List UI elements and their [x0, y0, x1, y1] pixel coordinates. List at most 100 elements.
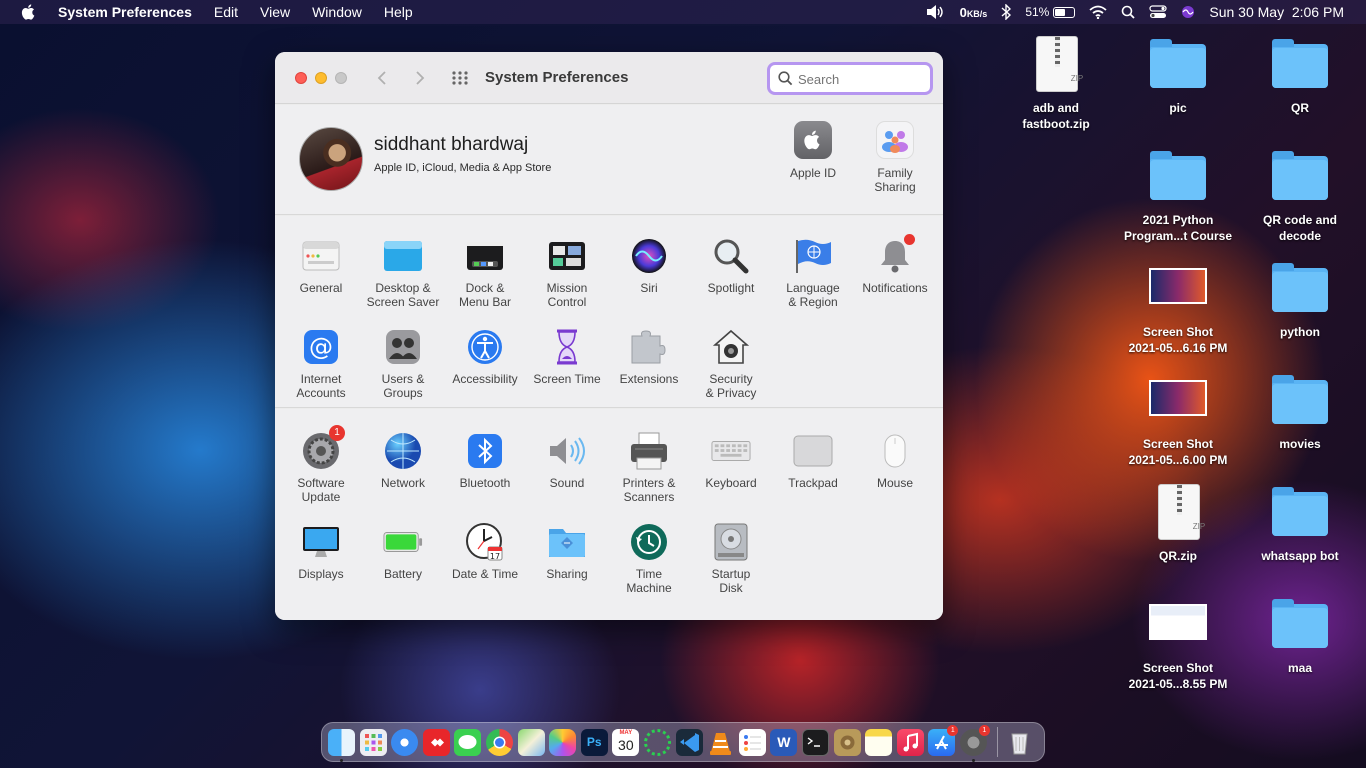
pane-date-time[interactable]: 17 Date & Time	[444, 522, 526, 581]
control-center-icon[interactable]	[1149, 5, 1167, 19]
trash-icon[interactable]	[1006, 729, 1033, 756]
anydesk-icon[interactable]	[422, 728, 450, 756]
desktop-item-label: adb and	[1032, 101, 1079, 115]
search-input[interactable]	[798, 69, 924, 89]
battery-status[interactable]: 51%	[1025, 5, 1076, 19]
pane-accessibility[interactable]: Accessibility	[444, 327, 526, 386]
network-speed[interactable]: 0KB/s	[960, 5, 988, 20]
pane-label-line2: & Privacy	[705, 386, 757, 400]
pane-internet-accounts[interactable]: @ Internet Accounts	[280, 327, 362, 400]
desktop-item-label: 2021-05...8.55 PM	[1128, 677, 1228, 691]
menu-view[interactable]: View	[260, 4, 290, 20]
pane-desktop-screen-saver[interactable]: Desktop & Screen Saver	[362, 236, 444, 309]
notes-icon[interactable]	[865, 728, 893, 756]
pane-users-groups[interactable]: Users & Groups	[362, 327, 444, 400]
pane-battery[interactable]: Battery	[362, 522, 444, 581]
system-preferences-icon[interactable]: 1	[959, 724, 990, 762]
desktop-item-qr-zip[interactable]: ZIP QR.zip	[1123, 484, 1233, 564]
pane-apple-id[interactable]: Apple ID	[768, 121, 858, 180]
pane-mouse[interactable]: Mouse	[854, 431, 936, 490]
pane-notifications[interactable]: Notifications	[854, 234, 936, 295]
pane-extensions[interactable]: Extensions	[608, 327, 690, 386]
music-icon[interactable]	[896, 728, 924, 756]
pane-label-line1: Battery	[383, 567, 422, 581]
circle-app-icon[interactable]	[643, 728, 671, 756]
siri-menu-icon[interactable]	[1181, 5, 1195, 19]
volume-icon[interactable]	[926, 5, 946, 19]
pane-spotlight[interactable]: Spotlight	[690, 236, 772, 295]
desktop-item-python-course[interactable]: 2021 Python Program...t Course	[1123, 148, 1233, 244]
desktop-item-movies[interactable]: movies	[1245, 372, 1355, 452]
notification-badge-dot	[904, 234, 915, 245]
pane-language-region[interactable]: Language & Region	[772, 236, 854, 309]
account-subtitle: Apple ID, iCloud, Media & App Store	[374, 162, 552, 174]
archive-icon[interactable]	[833, 728, 861, 756]
photos-icon[interactable]	[549, 728, 577, 756]
pane-software-update[interactable]: 1 Software Update	[280, 425, 362, 504]
pane-displays[interactable]: Displays	[280, 522, 362, 581]
appstore-icon[interactable]: 1	[928, 724, 959, 756]
zoom-button[interactable]	[335, 72, 347, 84]
desktop-item-adb-zip[interactable]: ZIP adb and fastboot.zip	[1001, 36, 1111, 132]
desktop-item-label: QR.zip	[1159, 549, 1197, 563]
menu-edit[interactable]: Edit	[214, 4, 238, 20]
desktop-item-python[interactable]: python	[1245, 260, 1355, 340]
desktop-item-whatsapp-bot[interactable]: whatsapp bot	[1245, 484, 1355, 564]
pane-sound[interactable]: Sound	[526, 431, 608, 490]
close-button[interactable]	[295, 72, 307, 84]
menu-window[interactable]: Window	[312, 4, 362, 20]
pane-startup-disk[interactable]: Startup Disk	[690, 522, 772, 595]
pane-siri[interactable]: Siri	[608, 236, 690, 295]
chrome-icon[interactable]	[485, 728, 513, 756]
launchpad-icon[interactable]	[359, 728, 387, 756]
desktop-item-label: QR	[1291, 101, 1309, 115]
avatar[interactable]	[299, 127, 363, 191]
messages-icon[interactable]	[454, 728, 482, 756]
safari-icon[interactable]	[391, 728, 419, 756]
pane-screen-time[interactable]: Screen Time	[526, 327, 608, 386]
desktop-item-qr-code[interactable]: QR code and decode	[1245, 148, 1355, 244]
word-icon[interactable]: W	[770, 728, 798, 756]
photoshop-icon[interactable]: Ps	[580, 728, 608, 756]
date-time-calendar-day: 17	[490, 552, 500, 561]
pane-trackpad[interactable]: Trackpad	[772, 431, 854, 490]
calendar-icon[interactable]: MAY 30	[612, 728, 640, 756]
desktop-item-screenshot-3[interactable]: Screen Shot 2021-05...8.55 PM	[1123, 596, 1233, 692]
window-titlebar: System Preferences	[275, 52, 943, 104]
pane-time-machine[interactable]: Time Machine	[608, 522, 690, 595]
back-button[interactable]	[373, 68, 393, 88]
pane-mission-control[interactable]: Mission Control	[526, 236, 608, 309]
vscode-icon[interactable]	[675, 728, 703, 756]
search-field[interactable]	[767, 62, 933, 95]
reminders-icon[interactable]	[738, 728, 766, 756]
menu-app-name[interactable]: System Preferences	[58, 4, 192, 20]
pane-network[interactable]: Network	[362, 431, 444, 490]
desktop-item-maa[interactable]: maa	[1245, 596, 1355, 676]
spotlight-search-icon[interactable]	[1121, 5, 1135, 19]
pane-printers-scanners[interactable]: Printers & Scanners	[608, 431, 690, 504]
minimize-button[interactable]	[315, 72, 327, 84]
pane-general[interactable]: General	[280, 236, 362, 295]
menu-help[interactable]: Help	[384, 4, 413, 20]
wifi-icon[interactable]	[1089, 5, 1107, 19]
terminal-icon[interactable]	[801, 728, 829, 756]
pane-family-sharing[interactable]: Family Sharing	[850, 121, 940, 194]
pane-bluetooth[interactable]: Bluetooth	[444, 431, 526, 490]
pane-keyboard[interactable]: Keyboard	[690, 431, 772, 490]
bluetooth-menu-icon[interactable]	[1001, 4, 1012, 20]
menu-clock[interactable]: Sun 30 May 2:06 PM	[1209, 4, 1344, 20]
pane-security-privacy[interactable]: Security & Privacy	[690, 327, 772, 400]
pane-sharing[interactable]: Sharing	[526, 522, 608, 581]
desktop-item-qr[interactable]: QR	[1245, 36, 1355, 116]
desktop-item-screenshot-1[interactable]: Screen Shot 2021-05...6.16 PM	[1123, 260, 1233, 356]
pane-dock-menu-bar[interactable]: Dock & Menu Bar	[444, 236, 526, 309]
desktop-item-pic[interactable]: pic	[1123, 36, 1233, 116]
desktop-item-label: Program...t Course	[1123, 229, 1233, 243]
forward-button[interactable]	[409, 68, 429, 88]
maps-icon[interactable]	[517, 728, 545, 756]
vlc-icon[interactable]	[707, 729, 734, 756]
apple-menu-icon[interactable]	[20, 3, 38, 21]
finder-icon[interactable]	[328, 728, 355, 762]
show-all-grid-icon[interactable]	[451, 70, 469, 86]
desktop-item-screenshot-2[interactable]: Screen Shot 2021-05...6.00 PM	[1123, 372, 1233, 468]
